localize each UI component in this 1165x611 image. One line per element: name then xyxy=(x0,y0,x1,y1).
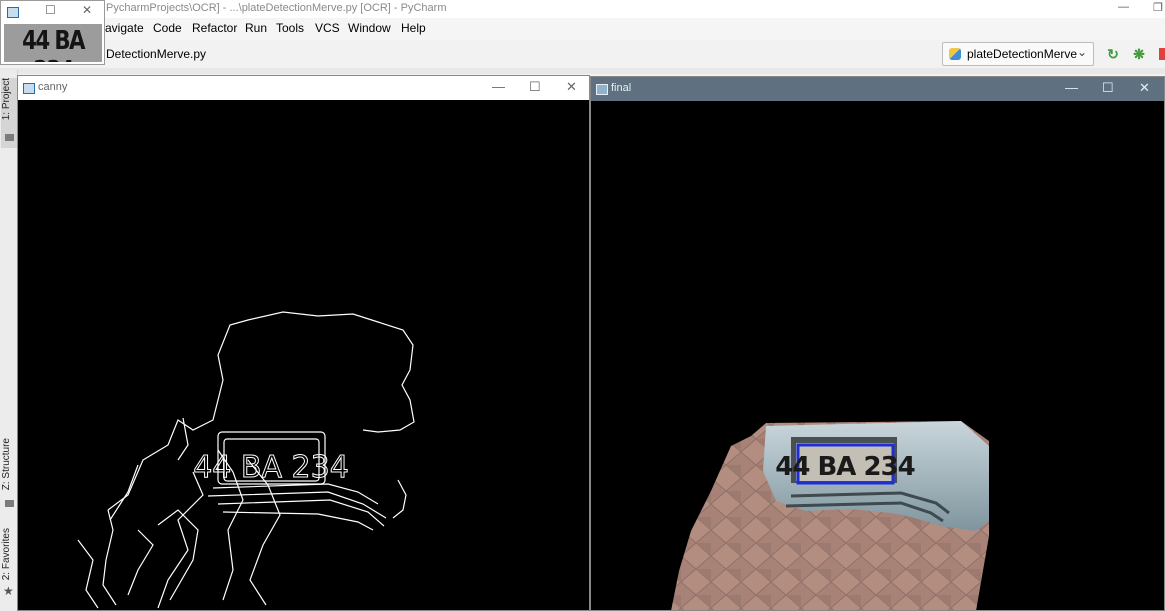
plate-crop-text: 44 BA 234 xyxy=(22,26,85,62)
menu-help[interactable]: Help xyxy=(401,21,426,35)
minimize-icon[interactable]: — xyxy=(1118,1,1129,13)
maximize-icon[interactable]: ☐ xyxy=(1102,80,1114,96)
structure-icon xyxy=(5,500,14,507)
plate-crop-image: 44 BA 234 xyxy=(4,24,102,62)
menu-code[interactable]: Code xyxy=(153,21,182,35)
tool-tab-structure[interactable]: Z: Structure xyxy=(1,438,17,512)
window-app-icon xyxy=(7,7,19,18)
menu-navigate[interactable]: avigate xyxy=(105,21,144,35)
tool-tab-structure-label: Z: Structure xyxy=(1,438,12,491)
ide-title-bar: PycharmProjects\OCR] - ...\plateDetectio… xyxy=(0,0,1165,18)
star-icon: ★ xyxy=(3,584,14,598)
menu-bar: avigate Code Refactor Run Tools VCS Wind… xyxy=(0,18,1165,40)
final-result-image: 44 BA 234 xyxy=(591,101,1164,610)
plate-crop-window[interactable]: ☐ ✕ 44 BA 234 xyxy=(0,0,105,65)
final-car-drawing: 44 BA 234 xyxy=(671,421,989,610)
breadcrumb-file[interactable]: DetectionMerve.py xyxy=(106,47,206,61)
menu-refactor[interactable]: Refactor xyxy=(192,21,237,35)
editor-tab-strip xyxy=(0,68,1165,74)
maximize-icon[interactable]: ☐ xyxy=(529,79,541,95)
close-icon[interactable]: ✕ xyxy=(82,3,92,17)
chevron-down-icon: ⌄ xyxy=(1076,45,1087,59)
final-window[interactable]: final — ☐ ✕ 44 BA 234 xyxy=(590,76,1165,611)
canny-edge-drawing: 44 BA 234 xyxy=(77,311,415,609)
debug-bug-icon[interactable]: ❋ xyxy=(1130,45,1148,63)
maximize-icon[interactable]: ❐ xyxy=(1153,1,1163,14)
python-icon xyxy=(949,48,961,60)
canny-window[interactable]: canny — ☐ ✕ 44 BA 234 xyxy=(17,75,590,611)
canny-plate-edge-text: 44 BA 234 xyxy=(193,450,349,485)
canny-edge-image: 44 BA 234 xyxy=(18,100,589,610)
final-window-titlebar[interactable]: final — ☐ ✕ xyxy=(591,77,1164,101)
minimize-icon[interactable]: — xyxy=(1065,80,1078,95)
menu-window[interactable]: Window xyxy=(348,21,391,35)
tool-tab-project[interactable]: 1: Project xyxy=(1,78,17,148)
menu-run[interactable]: Run xyxy=(245,21,267,35)
left-tool-strip: 1: Project Z: Structure 2: Favorites ★ xyxy=(0,70,18,611)
window-app-icon xyxy=(23,83,35,94)
window-app-icon xyxy=(596,84,608,95)
tool-tab-project-label: 1: Project xyxy=(1,78,12,121)
maximize-icon[interactable]: ☐ xyxy=(45,3,56,17)
minimize-icon[interactable]: — xyxy=(492,79,505,94)
close-icon[interactable]: ✕ xyxy=(1139,80,1150,96)
close-icon[interactable]: ✕ xyxy=(566,79,577,95)
canny-window-titlebar[interactable]: canny — ☐ ✕ xyxy=(18,76,589,100)
menu-tools[interactable]: Tools xyxy=(276,21,304,35)
folder-icon xyxy=(5,134,14,141)
run-configuration-select[interactable]: plateDetectionMerve ⌄ xyxy=(942,42,1094,66)
tool-tab-favorites[interactable]: 2: Favorites ★ xyxy=(1,528,17,608)
run-configuration-label: plateDetectionMerve xyxy=(967,47,1078,61)
canny-window-title: canny xyxy=(38,81,68,93)
final-window-title: final xyxy=(611,82,632,94)
menu-vcs[interactable]: VCS xyxy=(315,21,340,35)
ide-window-title: PycharmProjects\OCR] - ...\plateDetectio… xyxy=(106,2,447,14)
stop-icon[interactable] xyxy=(1159,48,1165,60)
rerun-icon[interactable]: ↻ xyxy=(1104,45,1122,63)
final-plate-text: 44 BA 234 xyxy=(775,452,915,482)
tool-tab-favorites-label: 2: Favorites xyxy=(1,528,12,581)
